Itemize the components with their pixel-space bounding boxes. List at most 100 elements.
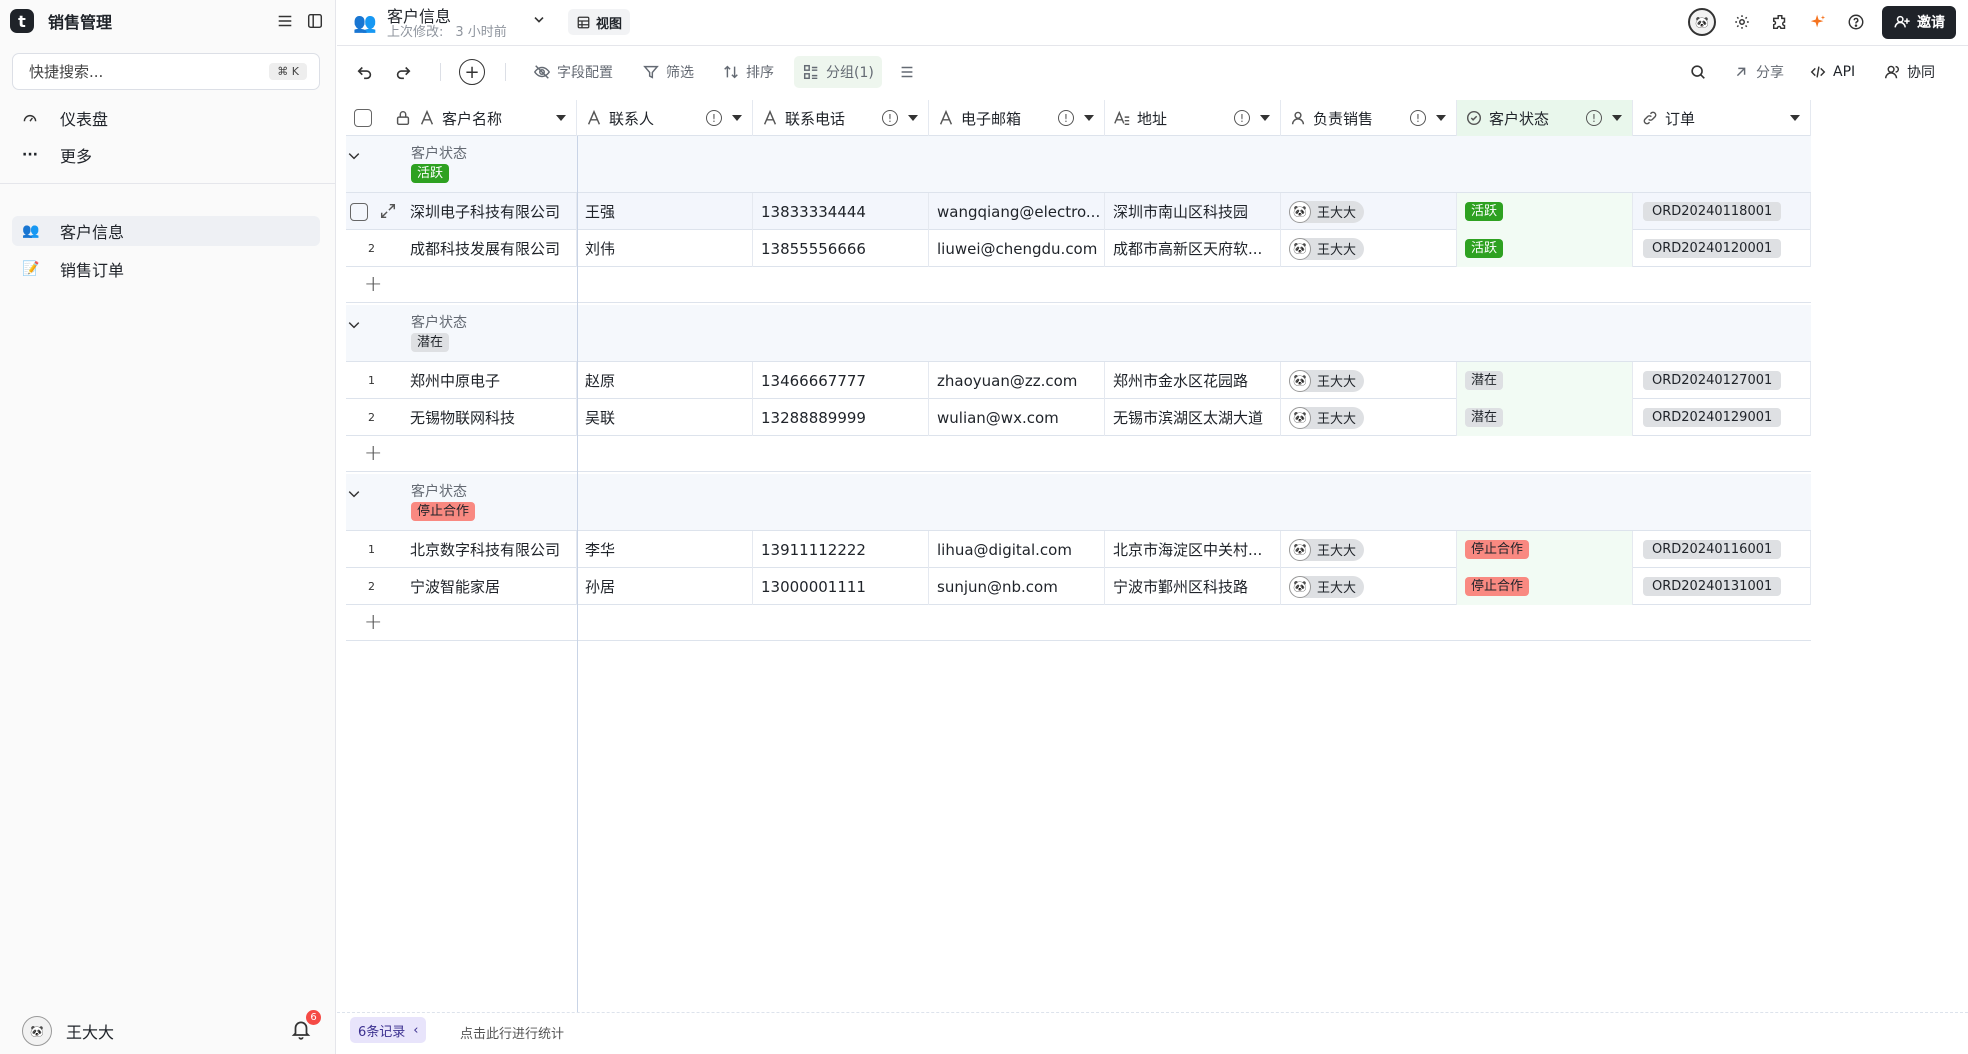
cell-phone[interactable]: 13911112222 xyxy=(753,531,929,568)
cell-email[interactable]: wangqiang@electro... xyxy=(929,193,1105,230)
info-icon[interactable]: ! xyxy=(1234,110,1250,126)
column-header-email[interactable]: 电子邮箱 ! xyxy=(929,100,1105,136)
cell-order[interactable]: ORD20240118001 xyxy=(1633,193,1811,230)
cell-sales[interactable]: 🐼 王大大 xyxy=(1281,399,1457,436)
cell-phone[interactable]: 13288889999 xyxy=(753,399,929,436)
order-link-chip[interactable]: ORD20240116001 xyxy=(1643,540,1782,559)
quick-search[interactable]: 快捷搜索... ⌘ K xyxy=(12,53,320,90)
cell-order[interactable]: ORD20240127001 xyxy=(1633,362,1811,399)
cell-status[interactable]: 停止合作 xyxy=(1457,568,1633,605)
cell-sales[interactable]: 🐼 王大大 xyxy=(1281,193,1457,230)
undo-icon[interactable] xyxy=(356,56,374,88)
cell-contact[interactable]: 吴联 xyxy=(577,399,753,436)
cell-phone[interactable]: 13855556666 xyxy=(753,230,929,267)
chevron-down-icon[interactable] xyxy=(346,486,362,506)
group-header[interactable]: 客户状态 活跃 xyxy=(346,136,1811,193)
order-link-chip[interactable]: ORD20240118001 xyxy=(1643,202,1782,221)
menu-icon[interactable] xyxy=(274,10,296,32)
add-record-button[interactable]: + xyxy=(459,56,485,88)
caret-down-icon[interactable] xyxy=(1260,115,1270,121)
cell-address[interactable]: 深圳市南山区科技园 xyxy=(1105,193,1281,230)
cell-contact[interactable]: 孙居 xyxy=(577,568,753,605)
cell-contact[interactable]: 刘伟 xyxy=(577,230,753,267)
cell-sales[interactable]: 🐼 王大大 xyxy=(1281,362,1457,399)
info-icon[interactable]: ! xyxy=(1058,110,1074,126)
order-link-chip[interactable]: ORD20240131001 xyxy=(1643,577,1782,596)
field-config-button[interactable]: 字段配置 xyxy=(533,56,613,88)
cell-name[interactable]: 郑州中原电子 xyxy=(402,362,577,399)
add-row[interactable]: + xyxy=(346,436,1811,472)
invite-button[interactable]: 邀请 xyxy=(1882,5,1956,39)
column-header-contact[interactable]: 联系人 ! xyxy=(577,100,753,136)
caret-down-icon[interactable] xyxy=(1084,115,1094,121)
column-header-sales[interactable]: 负责销售 ! xyxy=(1281,100,1457,136)
filter-button[interactable]: 筛选 xyxy=(642,56,694,88)
column-header-name[interactable]: 客户名称 xyxy=(346,100,577,136)
order-link-chip[interactable]: ORD20240127001 xyxy=(1643,371,1782,390)
sidebar-toggle-icon[interactable] xyxy=(304,10,326,32)
cell-name[interactable]: 成都科技发展有限公司 xyxy=(402,230,577,267)
cell-order[interactable]: ORD20240129001 xyxy=(1633,399,1811,436)
row-checkbox[interactable] xyxy=(350,203,368,221)
caret-down-icon[interactable] xyxy=(1790,115,1800,121)
search-icon[interactable] xyxy=(1689,56,1707,88)
group-header[interactable]: 客户状态 潜在 xyxy=(346,305,1811,362)
cell-sales[interactable]: 🐼 王大大 xyxy=(1281,230,1457,267)
column-header-status[interactable]: 客户状态 ! xyxy=(1457,100,1633,136)
nav-table-orders[interactable]: 📝 销售订单 xyxy=(12,254,320,284)
cell-status[interactable]: 潜在 xyxy=(1457,362,1633,399)
cell-order[interactable]: ORD20240120001 xyxy=(1633,230,1811,267)
sort-button[interactable]: 排序 xyxy=(722,56,774,88)
cell-address[interactable]: 宁波市鄞州区科技路 xyxy=(1105,568,1281,605)
add-row[interactable]: + xyxy=(346,267,1811,303)
group-header[interactable]: 客户状态 停止合作 xyxy=(346,474,1811,531)
column-header-phone[interactable]: 联系电话 ! xyxy=(753,100,929,136)
settings-icon[interactable] xyxy=(1730,10,1754,34)
search-placeholder[interactable]: 快捷搜索... xyxy=(29,61,269,82)
add-row[interactable]: + xyxy=(346,605,1811,641)
table-row[interactable]: 2 成都科技发展有限公司 刘伟 13855556666 liuwei@cheng… xyxy=(346,230,1811,267)
cell-name[interactable]: 宁波智能家居 xyxy=(402,568,577,605)
column-header-order[interactable]: 订单 xyxy=(1633,100,1811,136)
chevron-down-icon[interactable] xyxy=(346,317,362,337)
plugin-icon[interactable] xyxy=(1768,10,1792,34)
table-row[interactable]: 1 北京数字科技有限公司 李华 13911112222 lihua@digita… xyxy=(346,531,1811,568)
cell-email[interactable]: zhaoyuan@zz.com xyxy=(929,362,1105,399)
caret-down-icon[interactable] xyxy=(732,115,742,121)
order-link-chip[interactable]: ORD20240129001 xyxy=(1643,408,1782,427)
cell-phone[interactable]: 13000001111 xyxy=(753,568,929,605)
stats-hint[interactable]: 点击此行进行统计 xyxy=(460,1023,564,1042)
column-header-address[interactable]: 地址 ! xyxy=(1105,100,1281,136)
api-button[interactable]: API xyxy=(1809,56,1855,88)
cell-email[interactable]: wulian@wx.com xyxy=(929,399,1105,436)
cell-order[interactable]: ORD20240131001 xyxy=(1633,568,1811,605)
cell-email[interactable]: liuwei@chengdu.com xyxy=(929,230,1105,267)
help-icon[interactable] xyxy=(1844,10,1868,34)
current-user[interactable]: 🐼 王大大 xyxy=(22,1016,114,1046)
cell-order[interactable]: ORD20240116001 xyxy=(1633,531,1811,568)
plus-icon[interactable]: + xyxy=(364,610,382,635)
table-row[interactable]: 深圳电子科技有限公司 王强 13833334444 wangqiang@elec… xyxy=(346,193,1811,230)
caret-down-icon[interactable] xyxy=(1612,115,1622,121)
cell-name[interactable]: 北京数字科技有限公司 xyxy=(402,531,577,568)
info-icon[interactable]: ! xyxy=(1410,110,1426,126)
row-height-button[interactable] xyxy=(898,56,916,88)
cell-sales[interactable]: 🐼 王大大 xyxy=(1281,531,1457,568)
info-icon[interactable]: ! xyxy=(706,110,722,126)
plus-icon[interactable]: + xyxy=(364,441,382,466)
nav-table-customers[interactable]: 👥 客户信息 xyxy=(12,216,320,246)
nav-more[interactable]: ··· 更多 xyxy=(12,140,320,170)
plus-icon[interactable]: + xyxy=(364,272,382,297)
order-link-chip[interactable]: ORD20240120001 xyxy=(1643,239,1782,258)
cell-contact[interactable]: 王强 xyxy=(577,193,753,230)
ai-sparkle-icon[interactable] xyxy=(1806,10,1830,34)
cell-email[interactable]: sunjun@nb.com xyxy=(929,568,1105,605)
expand-icon[interactable] xyxy=(379,202,397,224)
cell-status[interactable]: 潜在 xyxy=(1457,399,1633,436)
cell-contact[interactable]: 李华 xyxy=(577,531,753,568)
cell-address[interactable]: 郑州市金水区花园路 xyxy=(1105,362,1281,399)
table-row[interactable]: 2 宁波智能家居 孙居 13000001111 sunjun@nb.com 宁波… xyxy=(346,568,1811,605)
collab-button[interactable]: 协同 xyxy=(1883,56,1935,88)
info-icon[interactable]: ! xyxy=(882,110,898,126)
cell-status[interactable]: 活跃 xyxy=(1457,230,1633,267)
